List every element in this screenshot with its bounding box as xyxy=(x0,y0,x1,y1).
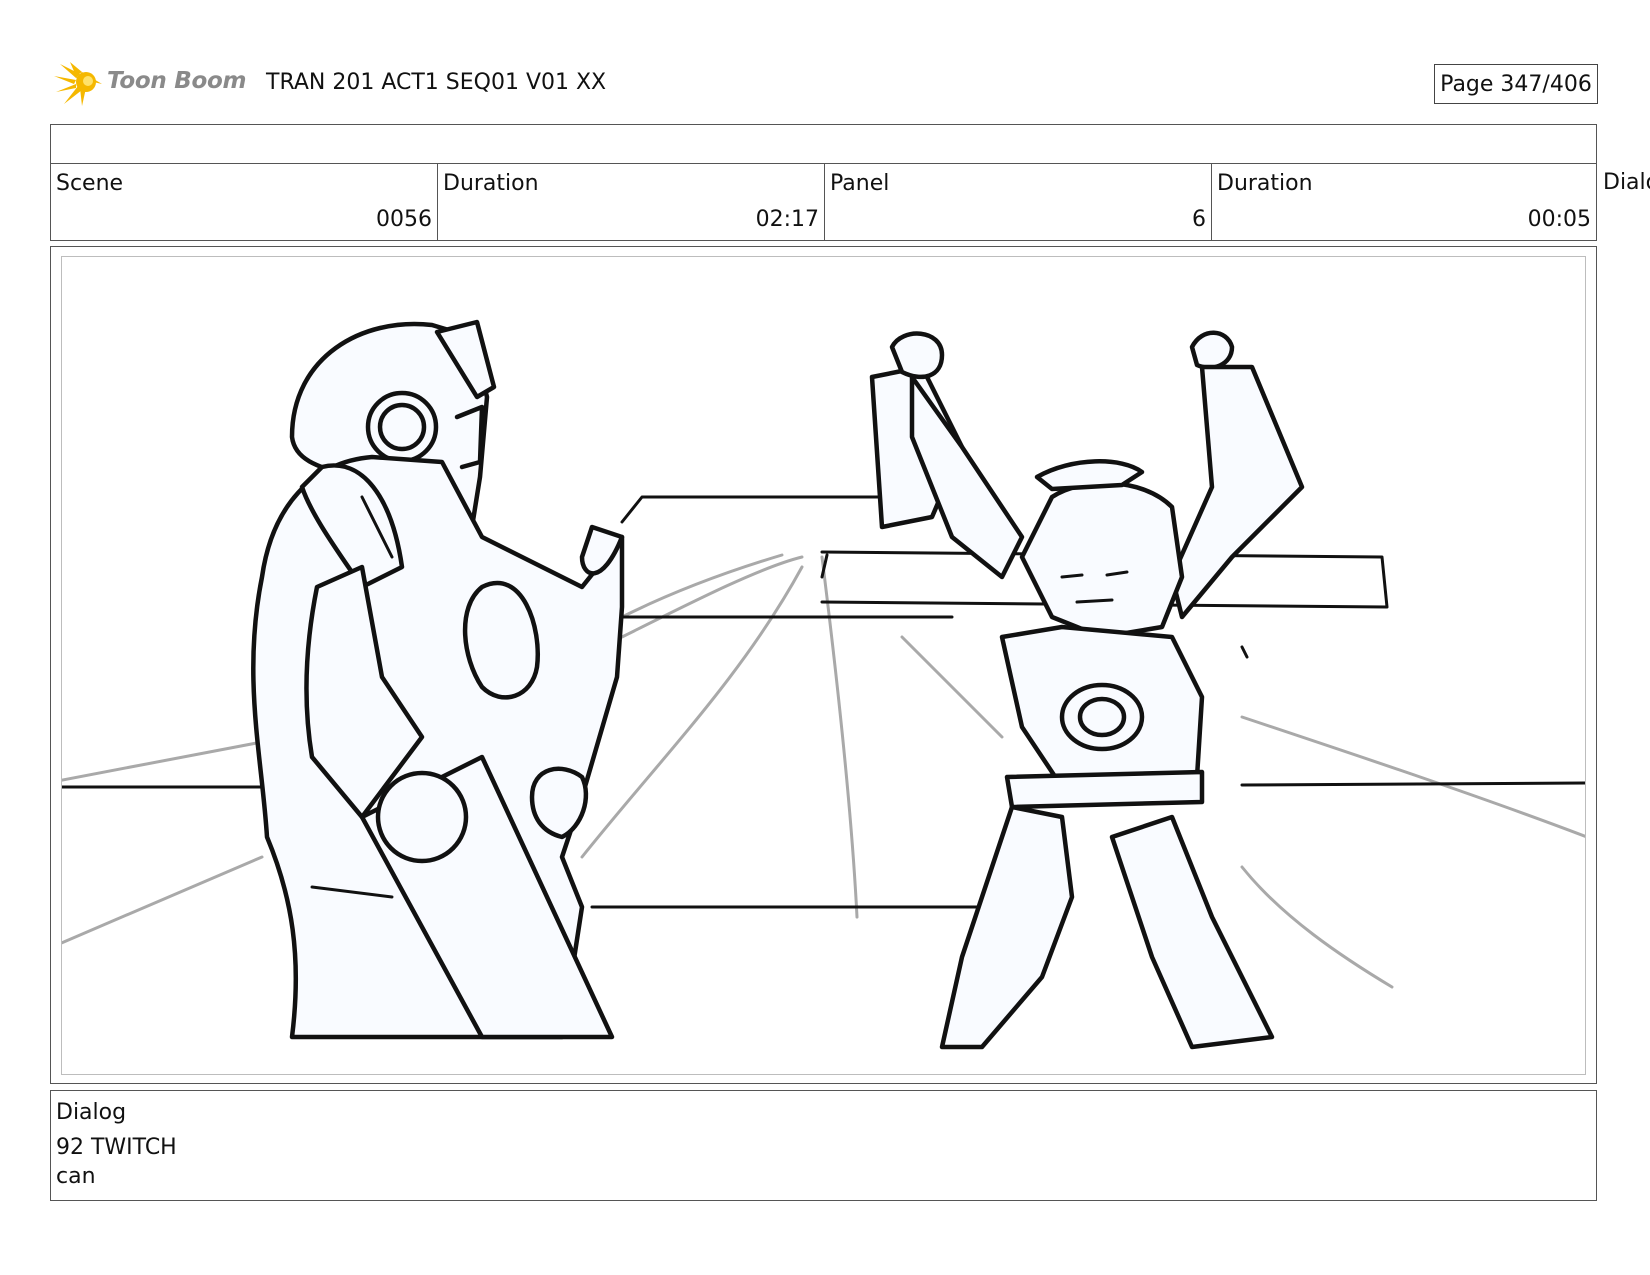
storyboard-header: Toon Boom TRAN 201 ACT1 SEQ01 V01 XX Pag… xyxy=(52,58,1600,108)
storyboard-panel xyxy=(50,246,1597,1084)
dialog-box: Dialog 92 TWITCH can xyxy=(50,1090,1597,1201)
dialog-text-line: can xyxy=(56,1164,96,1189)
dialog-label: Dialog xyxy=(56,1100,127,1125)
scene-value: 0056 xyxy=(376,207,432,232)
scene-duration-value: 02:17 xyxy=(755,207,819,232)
dialog-column-label-cut: Dialo xyxy=(1603,170,1650,195)
panel-label: Panel xyxy=(830,171,890,196)
dialog-character-line: 92 TWITCH xyxy=(56,1135,177,1160)
panel-image-area xyxy=(61,256,1586,1075)
storyboard-sketch xyxy=(62,319,1585,1050)
scene-duration-cell: Duration 02:17 xyxy=(438,163,825,240)
panel-duration-cell: Duration 00:05 xyxy=(1212,163,1596,240)
scene-info-table: Scene 0056 Duration 02:17 Panel 6 Durati… xyxy=(50,124,1597,241)
info-header-row xyxy=(51,125,1596,164)
sunburst-star-icon xyxy=(54,62,102,106)
panel-cell: Panel 6 xyxy=(825,163,1212,240)
scene-duration-label: Duration xyxy=(443,171,539,196)
scene-cell: Scene 0056 xyxy=(51,163,438,240)
panel-value: 6 xyxy=(1192,207,1206,232)
page-number: Page 347/406 xyxy=(1434,64,1598,104)
logo-wordmark: Toon Boom xyxy=(107,68,247,94)
panel-duration-value: 00:05 xyxy=(1527,207,1591,232)
panel-duration-label: Duration xyxy=(1217,171,1313,196)
document-title: TRAN 201 ACT1 SEQ01 V01 XX xyxy=(266,70,607,95)
scene-label: Scene xyxy=(56,171,124,196)
